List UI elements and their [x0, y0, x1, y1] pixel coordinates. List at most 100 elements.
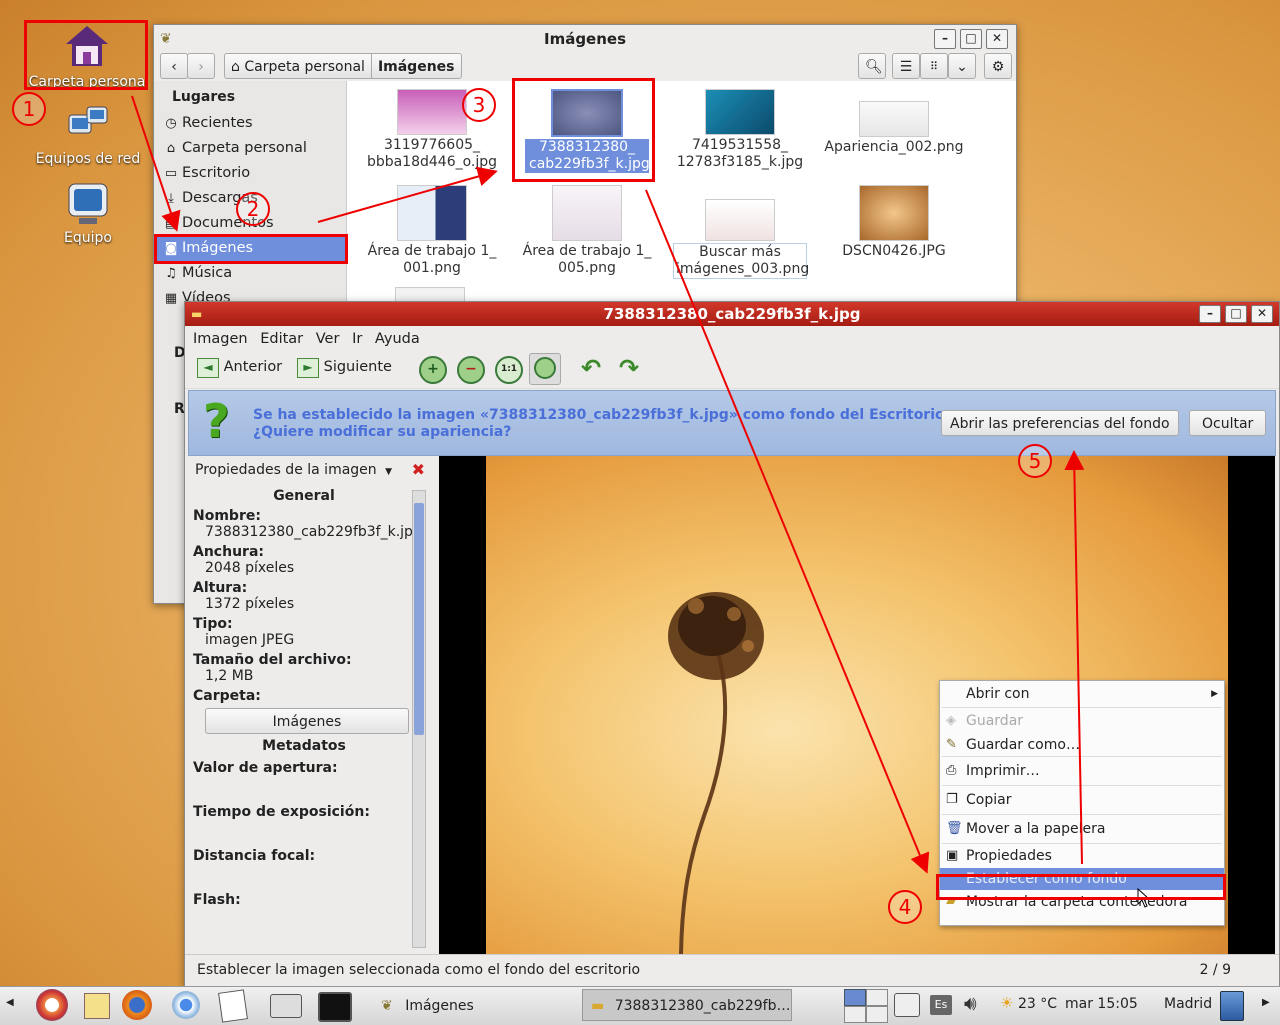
volume-icon[interactable]: 🔊︎ — [964, 991, 977, 1015]
keyboard-layout-indicator[interactable]: Es — [930, 995, 952, 1015]
menu-editar[interactable]: Editar — [260, 331, 303, 347]
maximize-button[interactable]: □ — [1225, 305, 1247, 323]
screenshot-tray-icon[interactable] — [894, 993, 920, 1017]
folder-app-icon: ❦ — [381, 998, 393, 1014]
close-button[interactable]: ✕ — [1251, 305, 1273, 323]
file-manager-toolbar: ‹ › ⌂ Carpeta personal Imágenes 🔍︎ ☰ ⠿ ⌄… — [154, 51, 1016, 81]
desktop-icon-computer[interactable]: Equipo — [28, 182, 148, 246]
writer-launcher-icon[interactable] — [218, 989, 248, 1023]
trash-icon[interactable] — [1220, 991, 1244, 1021]
previous-button[interactable]: ◄ Anterior — [197, 358, 282, 378]
minimize-button[interactable]: – — [934, 29, 956, 49]
desktop-icon-network[interactable]: Equipos de red — [28, 105, 148, 167]
zoom-in-button[interactable]: + — [419, 356, 447, 384]
workspace-2[interactable] — [866, 989, 888, 1006]
meta-aperture: Valor de apertura: — [193, 760, 338, 776]
settings-button[interactable]: ⚙ — [984, 53, 1012, 79]
scroll-left-button[interactable]: ◀ — [6, 997, 14, 1008]
file-thumbnail — [397, 185, 467, 241]
firefox-launcher-icon[interactable] — [122, 990, 152, 1020]
forward-button[interactable]: › — [187, 53, 215, 79]
panel-scrollbar[interactable] — [412, 490, 426, 948]
menu-ver[interactable]: Ver — [316, 331, 340, 347]
sidebar-item-music[interactable]: ♫ Música — [154, 261, 346, 286]
menu-item-copy[interactable]: ❐ Copiar — [940, 786, 1224, 814]
prop-type: Tipo: imagen JPEG — [193, 616, 415, 648]
workspace-1[interactable] — [844, 989, 866, 1006]
rotate-left-button[interactable]: ↶ — [581, 354, 601, 382]
zoom-fit-button[interactable] — [529, 353, 561, 385]
view-options-button[interactable]: ⌄ — [948, 53, 976, 79]
file-item[interactable]: Área de trabajo 1_ 001.png — [357, 185, 507, 277]
camera-launcher-icon[interactable] — [270, 994, 302, 1018]
breadcrumb-home[interactable]: ⌂ Carpeta personal — [224, 53, 372, 79]
minimize-button[interactable]: – — [1199, 305, 1221, 323]
folder-button[interactable]: Imágenes — [205, 708, 409, 734]
next-button[interactable]: ► Siguiente — [297, 358, 392, 378]
folder-icon: ▭ — [164, 166, 178, 181]
zoom-normal-button[interactable]: 1:1 — [495, 356, 523, 384]
file-item[interactable]: Apariencia_002.png — [819, 101, 969, 156]
menu-item-save[interactable]: ◈ Guardar — [940, 708, 1224, 734]
desktop-icon-label: Equipos de red — [35, 151, 141, 167]
file-label: 7419531558_ 12783f3185_k.jpg — [676, 137, 804, 170]
clock-icon: ◷ — [165, 116, 177, 131]
menu-ir[interactable]: Ir — [352, 331, 362, 347]
menu-launcher-icon[interactable] — [36, 989, 68, 1021]
sidebar-item-label: Carpeta personal — [182, 140, 307, 156]
location-label[interactable]: Madrid — [1164, 996, 1212, 1012]
open-background-preferences-button[interactable]: Abrir las preferencias del fondo — [941, 410, 1179, 436]
sidebar-item-desktop[interactable]: ▭ Escritorio — [154, 161, 346, 186]
file-item[interactable]: Área de trabajo 1_ 005.png — [512, 185, 662, 277]
zoom-out-button[interactable]: − — [457, 356, 485, 384]
file-item[interactable]: DSCN0426.JPG — [819, 185, 969, 260]
workspace-4[interactable] — [866, 1006, 888, 1023]
weather-temperature[interactable]: 23 °C — [1018, 996, 1057, 1012]
viewer-titlebar[interactable]: ▬ 7388312380_cab229fb3f_k.jpg – □ ✕ — [185, 302, 1279, 326]
step-marker: 1 — [12, 92, 46, 126]
list-view-button[interactable]: ☰ — [892, 53, 920, 79]
close-panel-icon[interactable]: ✖ — [412, 456, 425, 484]
menu-item-trash[interactable]: 🗑︎ Mover a la papelera — [940, 815, 1224, 843]
notes-launcher-icon[interactable] — [84, 993, 110, 1019]
task-viewer[interactable]: ▬ 7388312380_cab229fb… — [582, 989, 792, 1021]
menu-item-print[interactable]: ⎙ Imprimir… — [940, 757, 1224, 785]
search-button[interactable]: 🔍︎ — [858, 53, 886, 79]
rotate-right-button[interactable]: ↷ — [619, 354, 639, 382]
maximize-button[interactable]: □ — [960, 29, 982, 49]
arrow-right-icon: ► — [297, 358, 319, 378]
menu-item-open-with[interactable]: Abrir con ▶ — [940, 681, 1224, 707]
clock[interactable]: mar 15:05 — [1065, 996, 1138, 1012]
rotate-right-icon: ↷ — [619, 354, 640, 382]
terminal-launcher-icon[interactable] — [318, 992, 352, 1022]
breadcrumb-current[interactable]: Imágenes — [370, 53, 462, 79]
task-files[interactable]: ❦ Imágenes — [372, 989, 578, 1023]
prop-folder: Carpeta: — [193, 688, 415, 704]
hide-button[interactable]: Ocultar — [1189, 410, 1267, 436]
menu-item-label: Mover a la papelera — [966, 821, 1106, 837]
close-button[interactable]: ✕ — [986, 29, 1008, 49]
home-icon: ⌂ — [166, 141, 176, 156]
grid-view-button[interactable]: ⠿ — [920, 53, 948, 79]
scrollbar-thumb[interactable] — [414, 503, 424, 735]
menu-item-label: Guardar como… — [966, 737, 1080, 753]
prop-key: Anchura: — [193, 544, 264, 560]
file-item[interactable]: 7419531558_ 12783f3185_k.jpg — [665, 89, 815, 171]
menu-imagen[interactable]: Imagen — [193, 331, 248, 347]
workspace-switcher[interactable] — [844, 989, 888, 1023]
back-button[interactable]: ‹ — [160, 53, 188, 79]
file-item[interactable]: Buscar más imágenes_003.png — [665, 199, 815, 279]
chrome-launcher-icon[interactable] — [172, 991, 200, 1019]
file-manager-titlebar[interactable]: ❦ Imágenes – □ ✕ — [154, 25, 1016, 53]
menu-ayuda[interactable]: Ayuda — [375, 331, 420, 347]
menu-item-properties[interactable]: ▣ Propiedades — [940, 844, 1224, 868]
menu-item-save-as[interactable]: ✎ Guardar como… — [940, 734, 1224, 756]
sidebar-item-home[interactable]: ⌂ Carpeta personal — [154, 136, 346, 161]
desktop-icon-label: Equipo — [64, 230, 112, 246]
workspace-3[interactable] — [844, 1006, 866, 1023]
sidebar-item-recent[interactable]: ◷ Recientes — [154, 111, 346, 136]
window-title: Imágenes — [543, 30, 627, 48]
panel-title-dropdown[interactable]: Propiedades de la imagen ▼ — [195, 462, 392, 478]
scroll-right-button[interactable]: ▶ — [1262, 997, 1270, 1008]
properties-icon: ▣ — [946, 848, 959, 863]
